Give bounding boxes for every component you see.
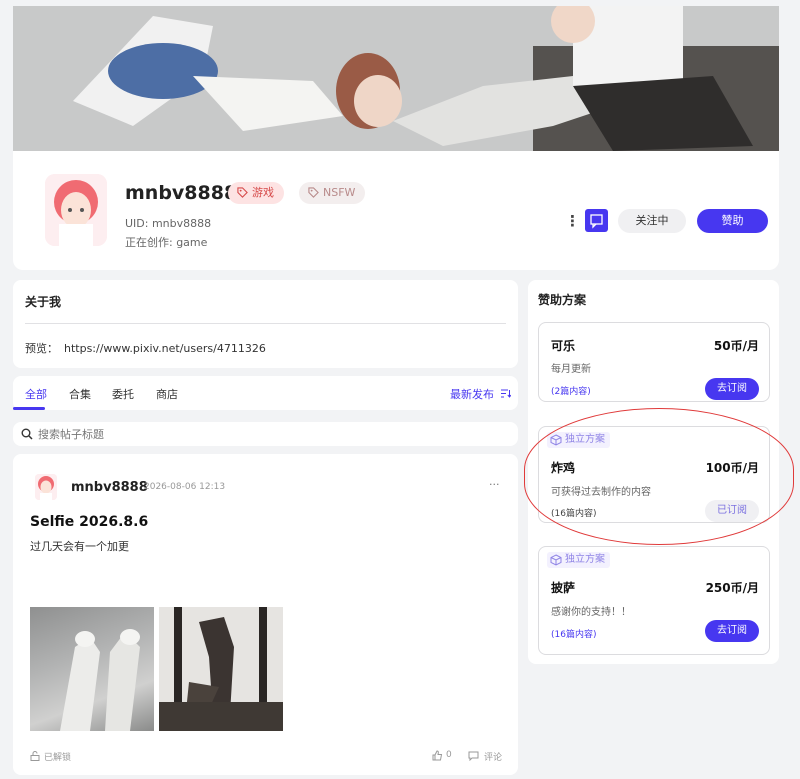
plan-badge-label: 独立方案 — [565, 554, 605, 565]
plan-card[interactable]: 独立方案 披萨 250币/月 感谢你的支持！！ (16篇内容) 去订阅 — [538, 546, 770, 655]
post-text: 过几天会有一个加更 — [30, 540, 129, 553]
thumbs-up-icon — [432, 750, 443, 761]
comment-button[interactable]: 评论 — [468, 750, 502, 763]
post-author[interactable]: mnbv8888 — [71, 480, 148, 495]
post-author-avatar[interactable] — [35, 474, 57, 500]
post-image-illustration — [159, 607, 283, 731]
preview-url[interactable]: https://www.pixiv.net/users/4711326 — [64, 342, 266, 355]
tag-icon — [237, 187, 248, 198]
tab-all[interactable]: 全部 — [25, 386, 47, 402]
comment-label: 评论 — [484, 753, 503, 763]
username: mnbv8888 — [125, 182, 238, 204]
tag-label: 游戏 — [252, 186, 274, 199]
content-tabs: 全部 合集 委托 商店 最新发布 — [13, 376, 518, 410]
post-more-icon[interactable]: ··· — [489, 478, 500, 491]
like-count: 0 — [446, 750, 452, 760]
divider — [25, 323, 506, 324]
tag-game[interactable]: 游戏 — [228, 182, 284, 204]
follow-button[interactable]: 关注中 — [618, 209, 686, 233]
banner-illustration — [13, 6, 779, 151]
creating-info: 正在创作: game — [125, 236, 208, 249]
avatar-illustration — [35, 474, 57, 500]
post-image[interactable] — [30, 607, 154, 731]
like-button[interactable]: 0 — [432, 750, 452, 761]
plan-description: 感谢你的支持！！ — [551, 607, 631, 618]
highlight-annotation — [524, 408, 794, 545]
plans-title: 赞助方案 — [538, 293, 587, 307]
plan-name: 可乐 — [551, 339, 576, 353]
user-id: UID: mnbv8888 — [125, 217, 212, 230]
box-icon — [550, 554, 562, 566]
subscribe-button[interactable]: 去订阅 — [705, 378, 759, 400]
preview-label: 预览： — [25, 342, 58, 355]
tab-active-indicator — [13, 407, 45, 410]
sort-label: 最新发布 — [450, 388, 494, 401]
message-icon — [590, 214, 603, 229]
more-options-icon[interactable]: ⋮ — [565, 211, 580, 231]
plan-badge: 独立方案 — [547, 552, 610, 568]
about-section: 关于我 预览： https://www.pixiv.net/users/47113… — [13, 280, 518, 368]
about-title: 关于我 — [25, 295, 62, 309]
profile-banner — [13, 6, 779, 151]
tag-nsfw[interactable]: NSFW — [299, 182, 366, 204]
about-preview: 预览： https://www.pixiv.net/users/4711326 — [25, 340, 272, 356]
search-icon — [21, 428, 33, 440]
tab-collections[interactable]: 合集 — [69, 386, 91, 402]
unlocked-status: 已解锁 — [30, 750, 71, 763]
plan-content-count: (2篇内容) — [551, 387, 591, 397]
post-image-illustration — [60, 629, 140, 731]
post-title[interactable]: Selfie 2026.8.6 — [30, 514, 148, 530]
plan-card[interactable]: 可乐 50币/月 每月更新 (2篇内容) 去订阅 — [538, 322, 770, 402]
profile-card: mnbv8888 游戏 NSFW UID: mnbv8888 正在创作: gam… — [13, 151, 779, 270]
tag-label: NSFW — [323, 186, 356, 199]
plan-name: 披萨 — [551, 581, 576, 595]
post-search — [13, 422, 518, 446]
message-button[interactable] — [585, 209, 608, 232]
plan-price: 250币/月 — [705, 581, 759, 595]
plan-price: 50币/月 — [713, 339, 759, 353]
tab-commissions[interactable]: 委托 — [112, 386, 134, 402]
sort-dropdown[interactable]: 最新发布 — [450, 386, 511, 402]
sponsor-button[interactable]: 赞助 — [697, 209, 768, 233]
avatar[interactable] — [45, 174, 107, 246]
post-time: 2026-08-06 12:13 — [144, 482, 226, 492]
comment-icon — [468, 751, 479, 761]
tab-shop[interactable]: 商店 — [156, 386, 178, 402]
plan-description: 每月更新 — [551, 364, 591, 375]
subscribe-button[interactable]: 去订阅 — [705, 620, 759, 642]
search-input[interactable] — [38, 424, 498, 444]
tag-icon — [308, 187, 319, 198]
plan-content-count: (16篇内容) — [551, 630, 597, 640]
unlocked-label: 已解锁 — [44, 753, 72, 763]
unlock-icon — [30, 751, 40, 761]
avatar-illustration — [45, 174, 107, 246]
sort-icon — [500, 389, 511, 398]
post-image[interactable] — [159, 607, 283, 731]
post-card[interactable]: mnbv8888 2026-08-06 12:13 ··· Selfie 202… — [13, 454, 518, 775]
